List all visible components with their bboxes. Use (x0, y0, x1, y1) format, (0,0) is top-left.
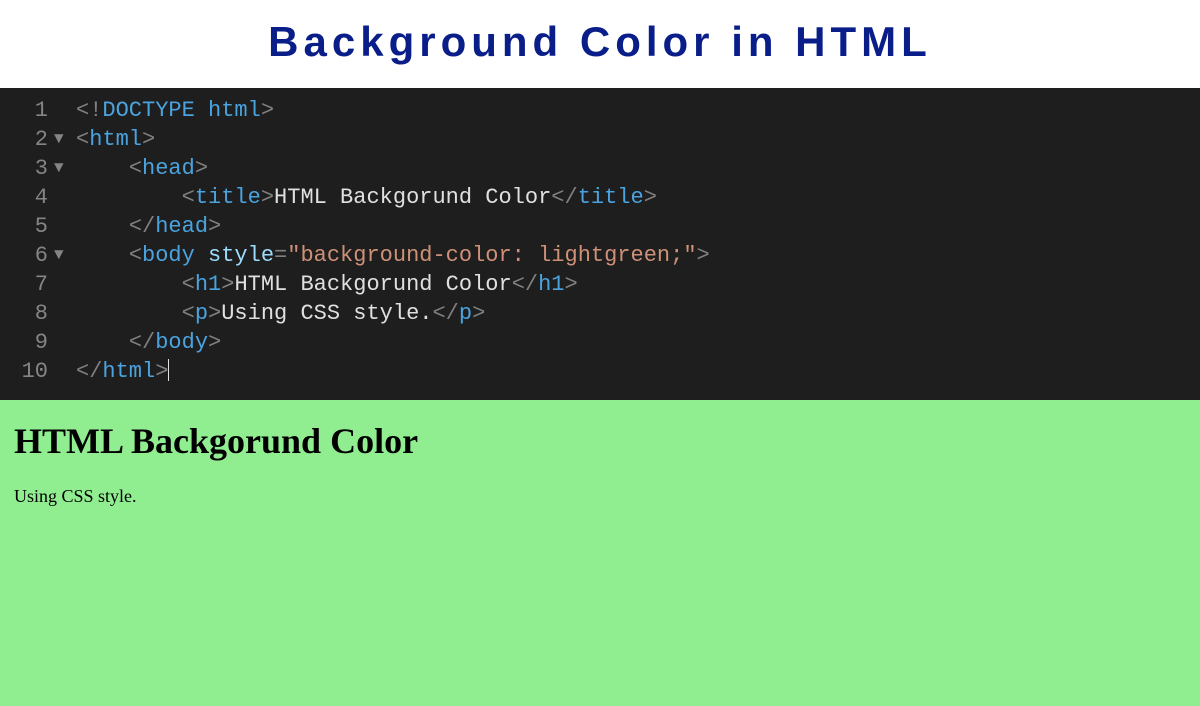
line-number: 10 (0, 357, 54, 386)
fold-toggle-icon[interactable]: ▼ (54, 241, 76, 270)
line-number: 7 (0, 270, 54, 299)
fold-toggle-icon (54, 270, 76, 299)
fold-toggle-icon (54, 357, 76, 386)
line-number: 5 (0, 212, 54, 241)
code-content[interactable]: <h1>HTML Backgorund Color</h1> (76, 270, 578, 299)
fold-toggle-icon[interactable]: ▼ (54, 125, 76, 154)
fold-toggle-icon (54, 96, 76, 125)
output-preview: HTML Backgorund Color Using CSS style. (0, 400, 1200, 706)
preview-heading: HTML Backgorund Color (14, 420, 1186, 462)
code-content[interactable]: </html> (76, 357, 169, 386)
code-editor[interactable]: 1<!DOCTYPE html>2▼<html>3▼ <head>4 <titl… (0, 88, 1200, 400)
code-line[interactable]: 4 <title>HTML Backgorund Color</title> (0, 183, 1200, 212)
code-line[interactable]: 8 <p>Using CSS style.</p> (0, 299, 1200, 328)
code-line[interactable]: 6▼ <body style="background-color: lightg… (0, 241, 1200, 270)
code-content[interactable]: <p>Using CSS style.</p> (76, 299, 485, 328)
code-content[interactable]: <body style="background-color: lightgree… (76, 241, 710, 270)
code-line[interactable]: 9 </body> (0, 328, 1200, 357)
text-cursor (168, 359, 169, 381)
page-title: Background Color in HTML (0, 18, 1200, 66)
line-number: 8 (0, 299, 54, 328)
code-line[interactable]: 1 <!DOCTYPE html> (0, 96, 1200, 125)
code-line[interactable]: 2▼<html> (0, 125, 1200, 154)
line-number: 4 (0, 183, 54, 212)
code-content[interactable]: <head> (76, 154, 208, 183)
fold-toggle-icon (54, 183, 76, 212)
line-number: 3 (0, 154, 54, 183)
line-number: 6 (0, 241, 54, 270)
code-line[interactable]: 10 </html> (0, 357, 1200, 386)
code-content[interactable]: </body> (76, 328, 221, 357)
fold-toggle-icon[interactable]: ▼ (54, 154, 76, 183)
code-line[interactable]: 7 <h1>HTML Backgorund Color</h1> (0, 270, 1200, 299)
code-line[interactable]: 5 </head> (0, 212, 1200, 241)
page-header: Background Color in HTML (0, 0, 1200, 88)
code-content[interactable]: <title>HTML Backgorund Color</title> (76, 183, 657, 212)
code-content[interactable]: <!DOCTYPE html> (76, 96, 274, 125)
fold-toggle-icon (54, 299, 76, 328)
preview-paragraph: Using CSS style. (14, 486, 1186, 507)
line-number: 2 (0, 125, 54, 154)
code-line[interactable]: 3▼ <head> (0, 154, 1200, 183)
fold-toggle-icon (54, 212, 76, 241)
line-number: 1 (0, 96, 54, 125)
line-number: 9 (0, 328, 54, 357)
fold-toggle-icon (54, 328, 76, 357)
code-content[interactable]: <html> (76, 125, 155, 154)
code-content[interactable]: </head> (76, 212, 221, 241)
